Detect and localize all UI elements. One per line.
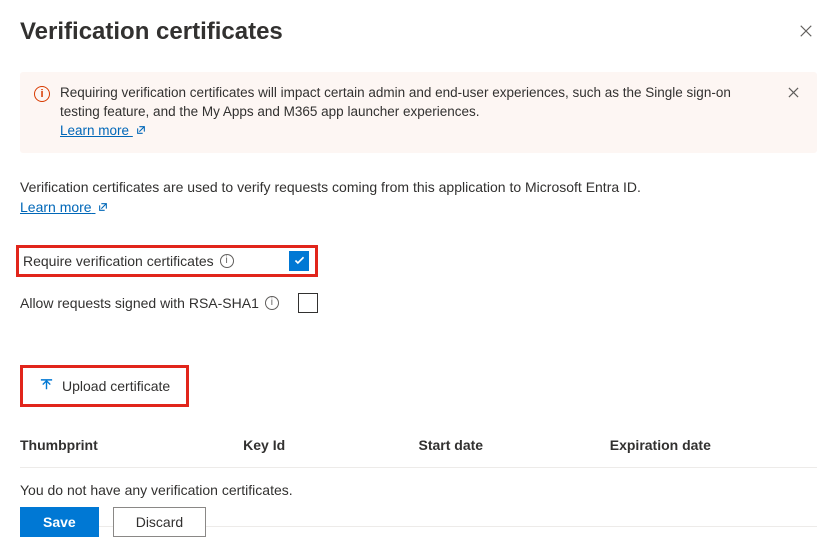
info-icon[interactable]: i bbox=[265, 296, 279, 310]
col-expiration-date: Expiration date bbox=[610, 431, 817, 468]
require-cert-checkbox[interactable] bbox=[289, 251, 309, 271]
description-text: Verification certificates are used to ve… bbox=[20, 179, 817, 195]
upload-icon bbox=[39, 378, 54, 393]
warning-learn-more-link[interactable]: Learn more bbox=[60, 123, 146, 138]
description-learn-more-link[interactable]: Learn more bbox=[20, 199, 108, 215]
col-thumbprint: Thumbprint bbox=[20, 431, 243, 468]
certificates-table: Thumbprint Key Id Start date Expiration … bbox=[20, 431, 817, 512]
warning-banner: i Requiring verification certificates wi… bbox=[20, 72, 817, 153]
close-icon[interactable] bbox=[795, 18, 817, 47]
warning-text: Requiring verification certificates will… bbox=[60, 85, 731, 119]
upload-certificate-label: Upload certificate bbox=[62, 378, 170, 394]
col-key-id: Key Id bbox=[243, 431, 418, 468]
allow-rsa-sha1-label: Allow requests signed with RSA-SHA1 bbox=[20, 295, 259, 311]
col-start-date: Start date bbox=[418, 431, 609, 468]
warning-close-icon[interactable] bbox=[784, 84, 803, 103]
table-empty-text: You do not have any verification certifi… bbox=[20, 467, 817, 512]
upload-certificate-button[interactable]: Upload certificate bbox=[25, 370, 184, 402]
info-icon[interactable]: i bbox=[220, 254, 234, 268]
require-cert-label: Require verification certificates bbox=[23, 253, 214, 269]
discard-button[interactable]: Discard bbox=[113, 507, 206, 537]
info-icon: i bbox=[34, 86, 50, 102]
page-title: Verification certificates bbox=[20, 18, 283, 46]
allow-rsa-sha1-checkbox[interactable] bbox=[298, 293, 318, 313]
save-button[interactable]: Save bbox=[20, 507, 99, 537]
